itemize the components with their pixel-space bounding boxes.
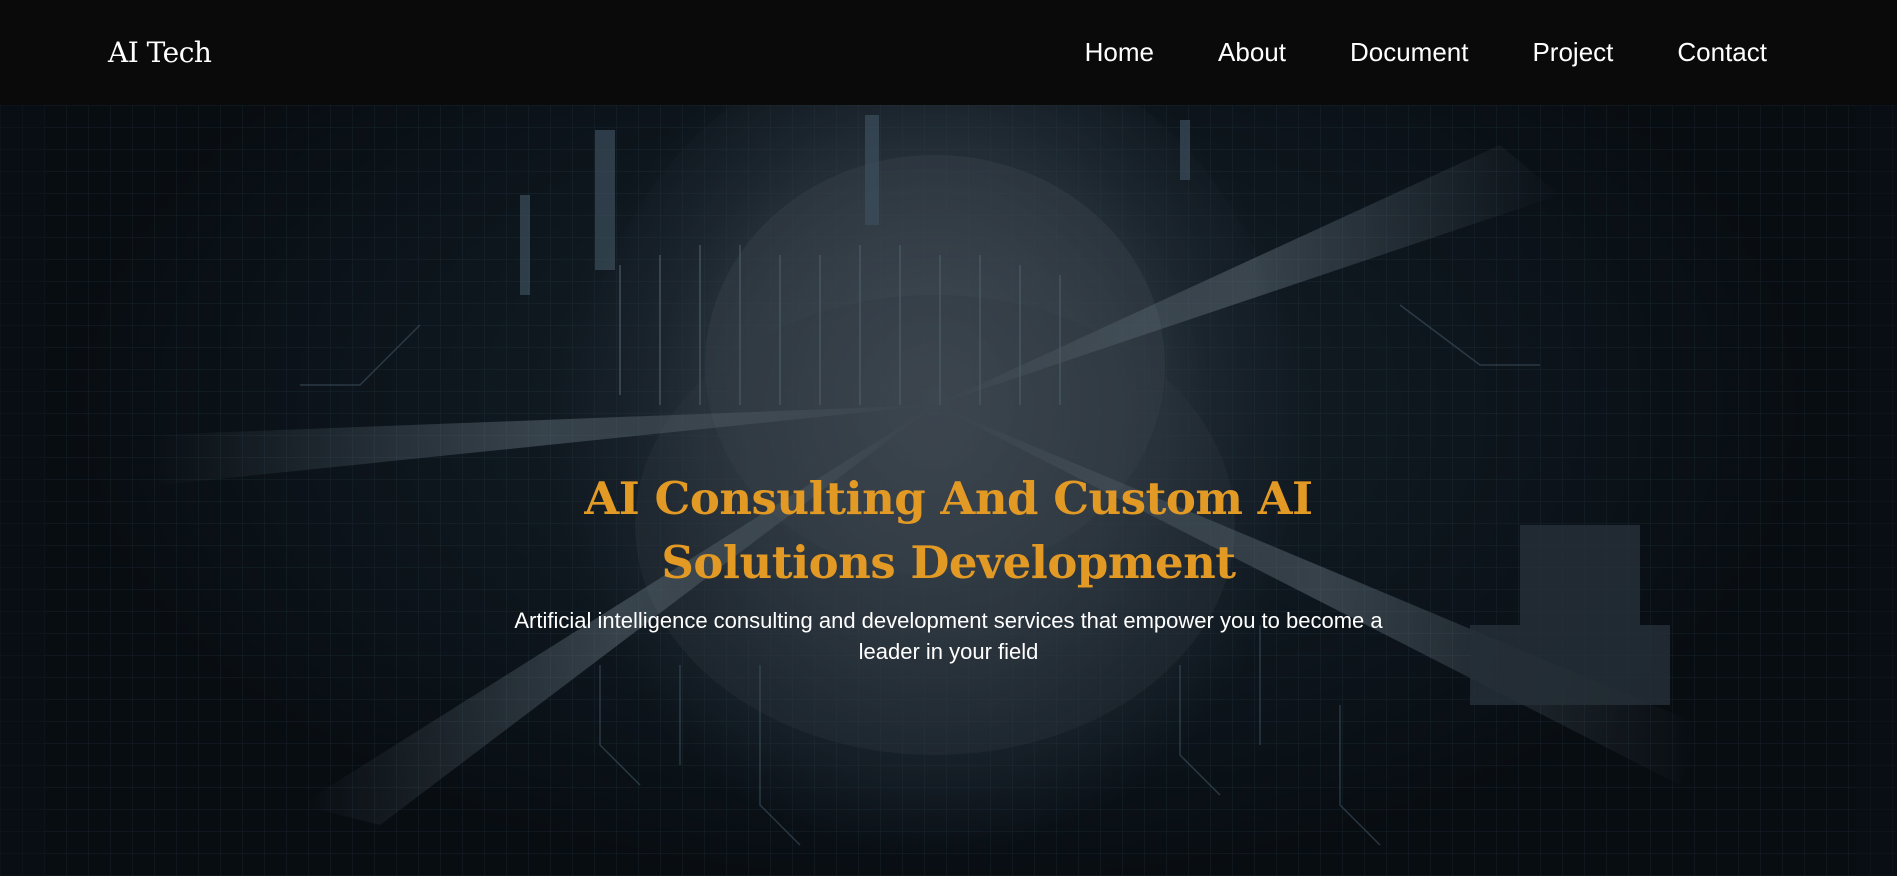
- hero-subtitle: Artificial intelligence consulting and d…: [514, 608, 1383, 664]
- nav-link-home[interactable]: Home: [1085, 37, 1154, 68]
- nav-link-project[interactable]: Project: [1532, 37, 1613, 68]
- hero-title: AI Consulting And Custom AI Solutions De…: [584, 472, 1313, 589]
- main-nav: Home About Document Project Contact: [1021, 37, 1767, 68]
- brand-logo[interactable]: AI Tech: [108, 36, 212, 69]
- nav-link-about[interactable]: About: [1218, 37, 1286, 68]
- nav-link-document[interactable]: Document: [1350, 37, 1469, 68]
- hero-section: AI Consulting And Custom AI Solutions De…: [0, 105, 1897, 876]
- hero-content: AI Consulting And Custom AI Solutions De…: [0, 467, 1897, 667]
- nav-list: Home About Document Project Contact: [1021, 37, 1767, 68]
- nav-link-contact[interactable]: Contact: [1677, 37, 1767, 68]
- navbar: AI Tech Home About Document Project Cont…: [0, 0, 1897, 105]
